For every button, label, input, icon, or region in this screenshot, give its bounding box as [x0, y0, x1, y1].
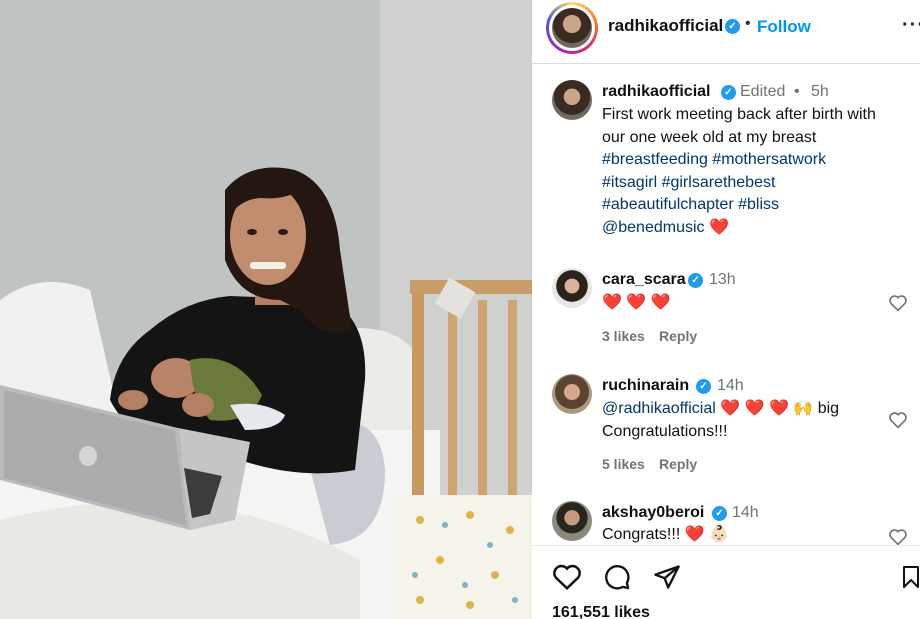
like-heart-icon[interactable] — [552, 563, 582, 591]
verified-icon: ✓ — [712, 506, 727, 521]
reply-button[interactable]: Reply — [659, 328, 697, 344]
save-bookmark-icon[interactable] — [902, 563, 920, 591]
commenter-avatar[interactable] — [552, 268, 592, 308]
comment-likes[interactable]: 3 likes — [602, 328, 645, 344]
comment-icon[interactable] — [602, 563, 632, 591]
heart-emoji: ❤️ — [708, 218, 729, 236]
follow-button[interactable]: Follow — [757, 17, 811, 37]
share-icon[interactable] — [652, 563, 682, 591]
caption-line: First work meeting back after birth with — [602, 106, 876, 123]
caption-time[interactable]: 5h — [811, 83, 829, 101]
caption-username[interactable]: radhikaofficial — [602, 83, 710, 101]
author-avatar[interactable] — [552, 8, 592, 48]
caption-hashtags[interactable]: #breastfeeding #mothersatwork — [602, 149, 912, 172]
commenter-avatar[interactable] — [552, 501, 592, 541]
like-comment-heart-icon[interactable] — [888, 528, 908, 546]
photo-illustration — [0, 0, 532, 619]
reply-button[interactable]: Reply — [659, 456, 697, 472]
comment-text: @radhikaofficial ❤️ ❤️ ❤️ 🙌 big Congratu… — [602, 398, 892, 443]
caption-avatar[interactable] — [552, 80, 592, 120]
comment-mention[interactable]: @radhikaofficial — [602, 400, 716, 417]
commenter-username[interactable]: cara_scara — [602, 271, 686, 289]
verified-icon: ✓ — [721, 85, 736, 100]
caption-line: our one week old at my breast — [602, 128, 817, 146]
caption-text: First work meeting back after birth with… — [602, 104, 912, 240]
actions-divider — [532, 545, 920, 546]
verified-icon: ✓ — [696, 379, 711, 394]
caption-hashtags[interactable]: #abeautifulchapter #bliss — [602, 194, 912, 217]
separator-dot: • — [745, 15, 751, 32]
comment-text: ❤️ ❤️ ❤️ — [602, 294, 671, 311]
caption-mention[interactable]: @benedmusic — [602, 219, 705, 236]
comment-time[interactable]: 14h — [732, 504, 759, 522]
like-comment-heart-icon[interactable] — [888, 411, 908, 429]
author-username[interactable]: radhikaofficial — [608, 16, 723, 36]
post-photo[interactable] — [0, 0, 532, 619]
commenter-username[interactable]: ruchinarain — [602, 377, 689, 395]
post-header: radhikaofficial ✓ • Follow ··· — [532, 0, 920, 58]
verified-icon: ✓ — [725, 19, 740, 34]
post-sidebar: radhikaofficial ✓ • Follow ··· radhikaof… — [532, 0, 920, 619]
separator-dot: • — [794, 83, 800, 100]
verified-icon: ✓ — [688, 273, 703, 288]
comment-likes[interactable]: 5 likes — [602, 456, 645, 472]
comment-text: Congrats!!! ❤️ 👶🏻 — [602, 526, 729, 543]
more-options-icon[interactable]: ··· — [902, 14, 920, 37]
header-divider — [532, 63, 920, 64]
comment-text-rest: ❤️ ❤️ ❤️ 🙌 big — [720, 400, 840, 417]
caption-hashtags[interactable]: #itsagirl #girlsarethebest — [602, 172, 912, 195]
commenter-avatar[interactable] — [552, 374, 592, 414]
comment-text-line2: Congratulations!!! — [602, 422, 728, 440]
commenter-username[interactable]: akshay0beroi — [602, 504, 704, 522]
comment-time[interactable]: 13h — [709, 271, 736, 289]
post-likes-count[interactable]: 161,551 likes — [552, 604, 650, 619]
like-comment-heart-icon[interactable] — [888, 294, 908, 312]
story-ring[interactable] — [546, 2, 598, 54]
caption-edited: Edited — [740, 83, 786, 100]
comment-time[interactable]: 14h — [717, 377, 744, 395]
